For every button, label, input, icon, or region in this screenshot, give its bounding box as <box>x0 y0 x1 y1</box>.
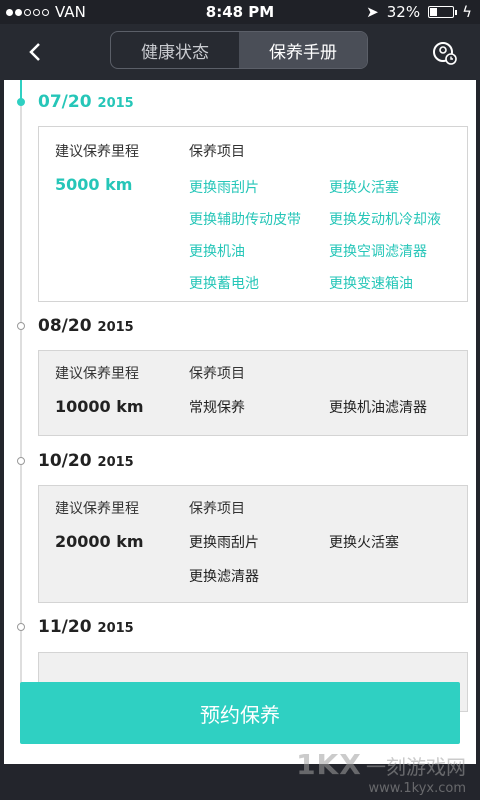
maintenance-item: 更换辅助传动皮带 <box>189 212 301 228</box>
maintenance-item: 更换机油滤清器 <box>329 400 427 416</box>
maintenance-item: 更换雨刮片 <box>189 535 259 551</box>
maintenance-item: 常规保养 <box>189 400 245 416</box>
mileage-value: 5000 km <box>55 175 133 194</box>
segmented-control: 健康状态 保养手册 <box>110 31 368 69</box>
maintenance-card[interactable]: 建议保养里程 保养项目 20000 km 更换雨刮片 更换火活塞 更换滤清器 <box>38 485 468 603</box>
schedule-date: 11/20 2015 <box>38 617 134 637</box>
status-bar: VAN 8:48 PM ➤ 32% ϟ <box>0 0 480 24</box>
schedule-date: 10/20 2015 <box>38 451 134 471</box>
charging-icon: ϟ <box>462 3 472 21</box>
watermark-text: 一刻游戏网 <box>366 755 466 779</box>
maintenance-item: 更换滤清器 <box>189 569 259 585</box>
mileage-label: 建议保养里程 <box>55 501 139 517</box>
mileage-label: 建议保养里程 <box>55 366 139 382</box>
timeline-node <box>17 322 25 330</box>
date-year: 2015 <box>97 320 134 335</box>
battery-icon <box>428 6 458 18</box>
watermark: 1KX 一刻游戏网 www.1kyx.com <box>296 748 466 796</box>
date-year: 2015 <box>97 455 134 470</box>
maintenance-card[interactable]: 建议保养里程 保养项目 10000 km 常规保养 更换机油滤清器 <box>38 350 468 436</box>
maintenance-card[interactable]: 建议保养里程 保养项目 5000 km 更换雨刮片 更换火活塞 更换辅助传动皮带… <box>38 126 468 302</box>
watermark-url: www.1kyx.com <box>368 781 466 796</box>
items-label: 保养项目 <box>189 144 245 160</box>
nav-bar: 健康状态 保养手册 <box>0 24 480 80</box>
date-month-day: 08/20 <box>38 316 92 336</box>
maintenance-item: 更换火活塞 <box>329 180 399 196</box>
battery-percent: 32% <box>386 3 421 21</box>
timeline-node <box>17 623 25 631</box>
watermark-logo: 1KX <box>296 748 362 781</box>
items-label: 保养项目 <box>189 366 245 382</box>
tab-maintenance-manual[interactable]: 保养手册 <box>239 32 367 68</box>
mileage-value: 20000 km <box>55 532 144 551</box>
maintenance-item: 更换火活塞 <box>329 535 399 551</box>
timeline-line-active <box>20 80 22 100</box>
mileage-value: 10000 km <box>55 397 144 416</box>
mileage-label: 建议保养里程 <box>55 144 139 160</box>
status-right: ➤ 32% ϟ <box>366 3 472 21</box>
timeline-line <box>20 80 22 704</box>
maintenance-item: 更换蓄电池 <box>189 276 259 292</box>
book-maintenance-button[interactable]: 预约保养 <box>20 682 460 744</box>
maintenance-item: 更换变速箱油 <box>329 276 413 292</box>
date-year: 2015 <box>97 621 134 636</box>
maintenance-item: 更换发动机冷却液 <box>329 212 441 228</box>
date-month-day: 10/20 <box>38 451 92 471</box>
maintenance-item: 更换雨刮片 <box>189 180 259 196</box>
timeline-node <box>17 457 25 465</box>
date-year: 2015 <box>97 96 134 111</box>
date-month-day: 07/20 <box>38 92 92 112</box>
items-label: 保养项目 <box>189 501 245 517</box>
location-arrow-icon: ➤ <box>366 3 379 21</box>
maintenance-timeline: 07/20 2015 建议保养里程 保养项目 5000 km 更换雨刮片 更换火活… <box>4 80 476 764</box>
maintenance-item: 更换机油 <box>189 244 245 260</box>
maintenance-item: 更换空调滤清器 <box>329 244 427 260</box>
date-month-day: 11/20 <box>38 617 92 637</box>
schedule-date: 08/20 2015 <box>38 316 134 336</box>
profile-clock-icon[interactable] <box>432 40 458 66</box>
schedule-date: 07/20 2015 <box>38 92 134 112</box>
back-icon[interactable] <box>24 40 48 64</box>
timeline-node-active <box>17 98 25 106</box>
tab-health-status[interactable]: 健康状态 <box>111 32 239 68</box>
